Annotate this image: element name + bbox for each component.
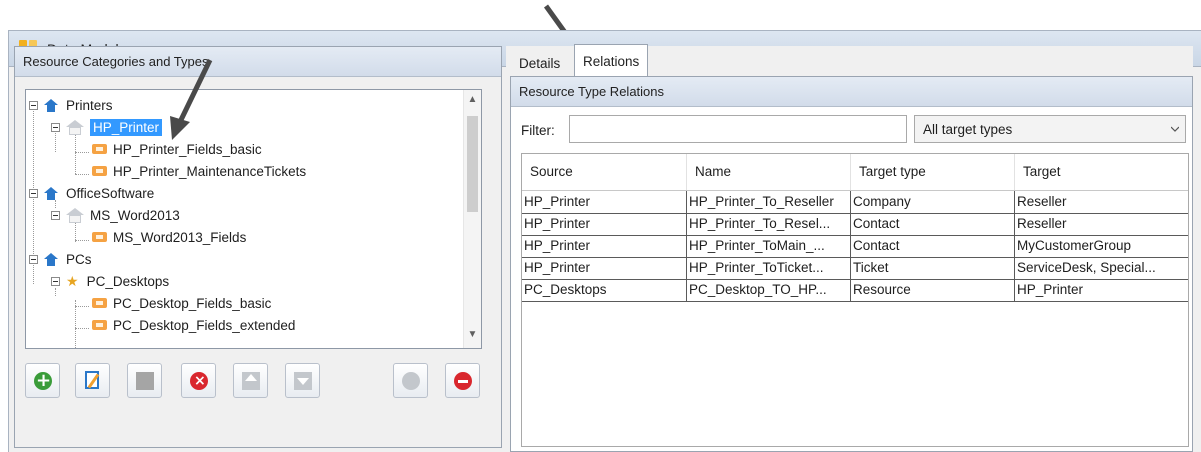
confirm-icon <box>402 372 420 390</box>
relations-panel: Details Relations Resource Type Relation… <box>506 44 1193 452</box>
category-icon <box>44 186 58 200</box>
edit-button[interactable] <box>75 363 110 398</box>
cell-target: Reseller <box>1017 194 1067 209</box>
filter-input[interactable] <box>569 115 907 143</box>
tree-node-label: MS_Word2013 <box>90 207 180 223</box>
cell-name: HP_Printer_ToTicket... <box>687 257 851 279</box>
edit-form-icon <box>136 372 154 390</box>
remove-button[interactable] <box>445 363 480 398</box>
cell-target: HP_Printer <box>1017 282 1084 297</box>
resource-type-icon <box>66 119 84 135</box>
column-header-source[interactable]: Source <box>522 154 687 190</box>
resource-type-icon <box>66 207 84 223</box>
column-header-name[interactable]: Name <box>687 154 851 190</box>
cell-name: HP_Printer_ToMain_... <box>687 235 851 257</box>
tree-node-pcs[interactable]: PCs <box>29 248 92 270</box>
grid-header: Source Name Target type Target <box>522 154 1188 191</box>
cell-source: HP_Printer <box>522 257 687 279</box>
tree-node-label: Printers <box>66 97 113 113</box>
move-up-button[interactable] <box>233 363 268 398</box>
field-group-icon <box>92 144 107 154</box>
field-group-icon <box>92 232 107 242</box>
table-row[interactable]: HP_Printer HP_Printer_ToMain_... Contact… <box>522 235 1188 258</box>
tree-node-hp-printer[interactable]: HP_Printer <box>51 116 163 138</box>
tree-scrollbar[interactable]: ▲ ▼ <box>463 90 481 348</box>
collapse-icon[interactable] <box>51 276 60 286</box>
scroll-thumb[interactable] <box>467 116 478 212</box>
cell-name: PC_Desktop_TO_HP... <box>687 279 851 301</box>
tree-node-ms-word2013-fields[interactable]: MS_Word2013_Fields <box>92 226 246 248</box>
category-icon <box>44 98 58 112</box>
table-row[interactable]: HP_Printer HP_Printer_To_Reseller Compan… <box>522 191 1188 214</box>
field-group-icon <box>92 166 107 176</box>
tree-node-ms-word2013[interactable]: MS_Word2013 <box>51 204 180 226</box>
collapse-icon[interactable] <box>29 254 38 264</box>
scroll-down-icon[interactable]: ▼ <box>464 329 481 346</box>
cell-target-type: Ticket <box>851 257 1015 279</box>
cell-target: ServiceDesk, Special... <box>1017 260 1156 275</box>
cell-source: HP_Printer <box>522 235 687 257</box>
tree-node-hp-printer-fields-basic[interactable]: HP_Printer_Fields_basic <box>92 138 262 160</box>
move-down-button[interactable] <box>285 363 320 398</box>
tree-node-label: OfficeSoftware <box>66 185 155 201</box>
tree-node-label: HP_Printer_MaintenanceTickets <box>113 163 307 179</box>
delete-button[interactable]: × <box>181 363 216 398</box>
table-row[interactable]: PC_Desktops PC_Desktop_TO_HP... Resource… <box>522 279 1188 302</box>
tree-node-label: PC_Desktops <box>86 273 170 289</box>
column-header-target-type[interactable]: Target type <box>851 154 1015 190</box>
cell-target-type: Company <box>851 191 1015 213</box>
tree-node-label: PC_Desktop_Fields_extended <box>113 317 296 333</box>
tree-node-pc-desktop-fields-basic[interactable]: PC_Desktop_Fields_basic <box>92 292 271 314</box>
chevron-down-icon <box>1171 126 1179 132</box>
tree-node-label: HP_Printer_Fields_basic <box>113 141 262 157</box>
tree-node-label: PC_Desktop_Fields_basic <box>113 295 272 311</box>
collapse-icon[interactable] <box>29 100 38 110</box>
edit-form-button[interactable] <box>127 363 162 398</box>
category-icon <box>44 252 58 266</box>
field-group-icon <box>92 320 107 330</box>
tree-node-label: PCs <box>66 251 92 267</box>
tree-node-label: MS_Word2013_Fields <box>113 229 247 245</box>
tree-node-printers[interactable]: Printers <box>29 94 113 116</box>
collapse-icon[interactable] <box>51 122 60 132</box>
confirm-button[interactable] <box>393 363 428 398</box>
filter-row: Filter: All target types <box>521 115 1192 145</box>
panel-title: Resource Categories and Types <box>15 47 501 77</box>
filter-label: Filter: <box>521 123 555 138</box>
scroll-up-icon[interactable]: ▲ <box>464 94 481 111</box>
tab-details[interactable]: Details <box>510 48 569 77</box>
relations-grid: Source Name Target type Target HP_Printe… <box>521 153 1189 447</box>
cell-target: MyCustomerGroup <box>1017 238 1132 253</box>
star-icon: ★ <box>66 273 79 289</box>
table-row[interactable]: HP_Printer HP_Printer_To_Resel... Contac… <box>522 213 1188 236</box>
tree-node-office-software[interactable]: OfficeSoftware <box>29 182 154 204</box>
section-title: Resource Type Relations <box>511 77 1192 107</box>
cell-name: HP_Printer_To_Reseller <box>687 191 851 213</box>
column-header-target[interactable]: Target <box>1015 154 1188 190</box>
add-button[interactable]: + <box>25 363 60 398</box>
tree-node-pc-desktops[interactable]: ★ PC_Desktops <box>51 270 169 292</box>
resource-tree[interactable]: Printers HP_Printer HP_Printer_Fields_ba… <box>25 89 482 349</box>
tree-node-hp-printer-maintenance-tickets[interactable]: HP_Printer_MaintenanceTickets <box>92 160 306 182</box>
cell-target-type: Contact <box>851 213 1015 235</box>
table-row[interactable]: HP_Printer HP_Printer_ToTicket... Ticket… <box>522 257 1188 280</box>
cell-name: HP_Printer_To_Resel... <box>687 213 851 235</box>
cell-target-type: Contact <box>851 235 1015 257</box>
cell-source: PC_Desktops <box>522 279 687 301</box>
cell-target-type: Resource <box>851 279 1015 301</box>
tab-relations[interactable]: Relations <box>574 44 649 78</box>
cell-target: Reseller <box>1017 216 1067 231</box>
resource-type-relations-section: Resource Type Relations Filter: All targ… <box>510 76 1193 452</box>
cell-source: HP_Printer <box>522 213 687 235</box>
cell-source: HP_Printer <box>522 191 687 213</box>
tree-toolbar: + × <box>25 363 485 401</box>
collapse-icon[interactable] <box>51 210 60 220</box>
target-type-select-value: All target types <box>923 122 1013 137</box>
resource-categories-panel: Resource Categories and Types Printers H… <box>14 46 502 448</box>
tree-node-label: HP_Printer <box>90 118 163 136</box>
field-group-icon <box>92 298 107 308</box>
tree-node-pc-desktop-fields-extended[interactable]: PC_Desktop_Fields_extended <box>92 314 295 336</box>
collapse-icon[interactable] <box>29 188 38 198</box>
target-type-select[interactable]: All target types <box>914 115 1186 143</box>
